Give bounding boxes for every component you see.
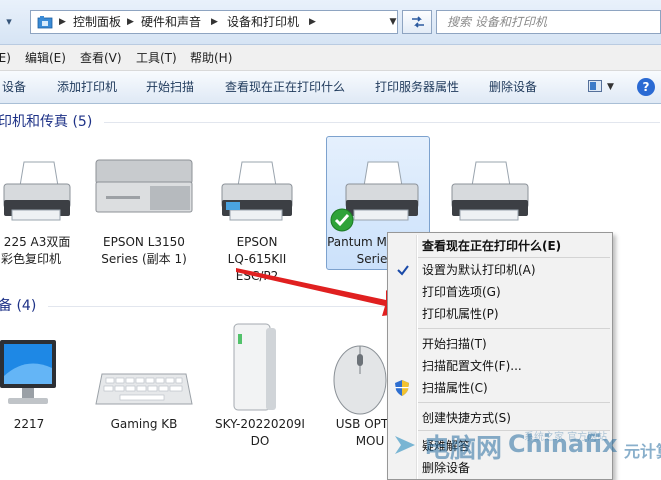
refresh-button[interactable]	[402, 10, 432, 34]
menu-edit[interactable]: 编辑(E)	[25, 50, 66, 66]
chevron-right-icon: ▶	[309, 17, 316, 27]
external-drive-icon[interactable]	[230, 322, 280, 416]
shield-icon	[395, 380, 409, 396]
menu-file[interactable]: (E)	[0, 50, 11, 66]
printer-icon[interactable]	[94, 156, 194, 216]
devices-group-title[interactable]: 备 (4)	[0, 295, 36, 315]
ctx-create-shortcut[interactable]: 创建快捷方式(S)	[422, 410, 511, 426]
device-label-line2: DO	[250, 434, 270, 448]
start-scan-button[interactable]: 开始扫描	[146, 79, 194, 95]
add-device-button[interactable]: 设备	[2, 79, 26, 95]
device-label-line2: MOU	[355, 434, 385, 448]
breadcrumb-control-panel[interactable]: 控制面板	[73, 14, 121, 30]
chevron-right-icon: ▶	[127, 17, 134, 27]
view-options-chevron-icon[interactable]: ▼	[607, 79, 614, 95]
printer-icon[interactable]	[0, 156, 74, 232]
menu-view[interactable]: 查看(V)	[80, 50, 122, 66]
menu-separator	[418, 257, 610, 258]
keyboard-icon[interactable]	[94, 366, 194, 412]
device-label-line1: SKY-20220209I	[215, 417, 305, 431]
default-printer-check-icon	[330, 208, 354, 232]
menu-tools[interactable]: 工具(T)	[136, 50, 177, 66]
search-placeholder: 搜索 设备和打印机	[447, 15, 547, 29]
help-button[interactable]: ?	[637, 78, 655, 96]
menu-separator	[418, 328, 610, 329]
printer-label-line1: Pantum M	[327, 235, 387, 249]
print-server-properties-button[interactable]: 打印服务器属性	[375, 79, 459, 95]
printer-icon[interactable]	[446, 156, 536, 232]
menu-separator	[418, 402, 610, 403]
remove-device-button[interactable]: 删除设备	[489, 79, 537, 95]
group-divider	[104, 122, 660, 123]
printer-label-line1: EPSON L3150	[103, 235, 185, 249]
printer-icon[interactable]	[212, 156, 302, 232]
watermark-text-cn2: 元计算	[624, 442, 661, 461]
ctx-scan-properties[interactable]: 扫描属性(C)	[422, 380, 488, 396]
ctx-printer-properties[interactable]: 打印机属性(P)	[422, 306, 499, 322]
chevron-down-icon[interactable]: ▼	[386, 10, 400, 34]
ctx-scan-profiles[interactable]: 扫描配置文件(F)...	[422, 358, 522, 374]
ctx-start-scan[interactable]: 开始扫描(T)	[422, 336, 487, 352]
ctx-see-whats-printing[interactable]: 查看现在正在打印什么(E)	[422, 238, 561, 254]
command-bar: 设备 添加打印机 开始扫描 查看现在正在打印什么 打印服务器属性 删除设备 ▼ …	[0, 71, 661, 104]
device-label-line1: USB OPT	[335, 417, 389, 431]
chevron-right-icon: ▶	[59, 17, 66, 27]
see-whats-printing-button[interactable]: 查看现在正在打印什么	[225, 79, 345, 95]
mouse-icon[interactable]	[330, 340, 390, 416]
device-label: Gaming KB	[110, 417, 178, 431]
device-label: 2217	[13, 417, 45, 431]
watermark-text-cn: 电脑网	[424, 434, 503, 464]
breadcrumb-hardware-sound[interactable]: 硬件和声音	[141, 14, 201, 30]
printer-label-line1: C 225 A3双面	[0, 235, 71, 249]
monitor-icon[interactable]	[0, 336, 62, 412]
printer-label-line2: 彩色复印机	[0, 252, 61, 266]
change-view-icon[interactable]	[588, 80, 602, 92]
add-printer-button[interactable]: 添加打印机	[57, 79, 117, 95]
printers-group-title[interactable]: 印机和传真 (5)	[0, 111, 92, 131]
nav-dropdown-icon[interactable]: ▾	[2, 10, 16, 34]
refresh-icon	[412, 16, 424, 28]
chevron-right-icon: ▶	[211, 17, 218, 27]
watermark-logo-icon	[395, 436, 415, 454]
ctx-set-default-printer[interactable]: 设置为默认打印机(A)	[422, 262, 536, 278]
search-input[interactable]: 搜索 设备和打印机	[436, 10, 661, 34]
menu-bar: (E) 编辑(E) 查看(V) 工具(T) 帮助(H)	[0, 45, 661, 71]
printer-label-line1: EPSON	[236, 235, 278, 249]
printer-label-line2: Series (副本 1)	[101, 252, 187, 266]
folder-icon	[37, 16, 53, 29]
watermark-text-en: Chinafix	[508, 430, 618, 458]
menu-help[interactable]: 帮助(H)	[190, 50, 232, 66]
ctx-printing-preferences[interactable]: 打印首选项(G)	[422, 284, 501, 300]
breadcrumb-devices-printers[interactable]: 设备和打印机	[227, 14, 299, 30]
address-bar-row: ▾ ▶ 控制面板 ▶ 硬件和声音 ▶ 设备和打印机 ▶ ▼ 搜索 设备和打印机	[0, 0, 661, 45]
address-box[interactable]: ▶ 控制面板 ▶ 硬件和声音 ▶ 设备和打印机 ▶	[30, 10, 398, 34]
check-icon	[397, 265, 409, 276]
